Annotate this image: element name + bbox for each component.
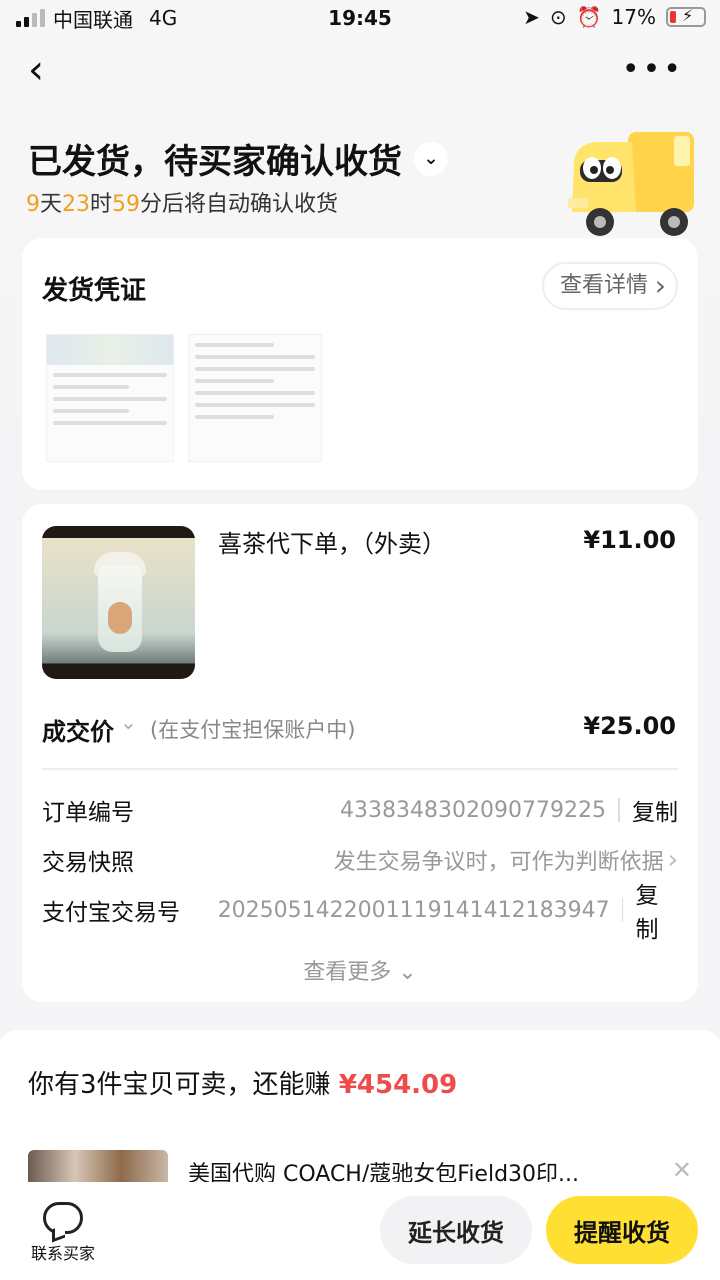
alipay-trade-row: 支付宝交易号 2025051422001119141412183947 复制 [42,883,678,943]
sell-prompt-text: 你有3件宝贝可卖，还能赚 [28,1070,331,1100]
voucher-title: 发货凭证 [42,276,147,306]
thumb-text-line [195,391,315,395]
row-label: 订单编号 [42,800,134,826]
chat-bubble-icon [43,1202,83,1234]
product-price: ¥11.00 [583,526,676,554]
voucher-image-1[interactable] [46,334,174,462]
view-detail-button[interactable]: 查看详情 [541,262,678,310]
lock-rotation-icon: ⊙ [549,5,567,29]
order-detail-card: 喜茶代下单，（外卖） ¥11.00 成交价 ⌄ (在支付宝担保账户中) ¥25.… [22,504,698,1002]
thumb-text-line [195,403,315,407]
thumb-text-line [53,421,167,425]
order-number-row: 订单编号 4338348302090779225 复制 [42,790,678,830]
snapshot-hint: 发生交易争议时，可作为判断依据 [333,850,664,875]
battery-percent: 17% [611,5,656,29]
status-expand-button[interactable]: ⌄ [414,141,448,176]
product-image[interactable] [42,526,195,679]
countdown-minutes: 59 [112,192,141,217]
countdown-hours-unit: 时 [90,192,113,217]
trade-snapshot-row[interactable]: 交易快照 发生交易争议时，可作为判断依据 › [42,840,678,880]
more-dots-icon: ••• [621,52,684,87]
drink-cup [98,566,142,652]
more-button[interactable]: ••• [622,55,684,85]
separator [618,798,620,822]
chevron-down-icon: ⌄ [120,710,137,734]
order-status-title: 已发货，待买家确认收货 ⌄ [28,134,448,183]
contact-buyer-button[interactable]: 联系买家 [26,1202,100,1264]
divider [42,768,678,770]
voucher-image-2[interactable] [188,334,322,462]
sell-prompt[interactable]: 你有3件宝贝可卖，还能赚 ¥454.09 [28,1064,457,1101]
chevron-down-icon: ⌄ [398,960,417,985]
thumb-text-line [195,379,275,383]
deal-price-label[interactable]: 成交价 [42,712,114,747]
chevron-left-icon: ‹ [28,47,44,93]
thumb-text-line [195,367,315,371]
status-right: ➤ ⊙ ⏰ 17% ⚡ [523,5,706,29]
deal-price: ¥25.00 [583,712,676,740]
thumb-text-line [53,409,129,413]
thumb-text-line [53,373,167,377]
countdown-days: 9 [26,192,40,217]
product-name[interactable]: 喜茶代下单，（外卖） [218,524,446,559]
order-number: 4338348302090779225 [340,797,606,823]
alarm-icon: ⏰ [576,5,602,29]
row-label: 交易快照 [42,850,134,876]
shipping-voucher-card: 发货凭证 查看详情 [22,238,698,490]
copy-trade-number-button[interactable]: 复制 [635,876,678,944]
chevron-down-icon: ⌄ [423,148,439,169]
thumb-text-line [195,415,275,419]
view-more-label: 查看更多 [303,960,392,985]
countdown-days-unit: 天 [40,192,63,217]
countdown-suffix: 分后将自动确认收货 [140,192,339,217]
close-icon[interactable]: ✕ [672,1156,692,1184]
thumb-text-line [195,355,315,359]
copy-order-number-button[interactable]: 复制 [632,793,678,827]
thumb-text-line [195,343,275,347]
thumb-text-line [53,385,129,389]
contact-buyer-label: 联系买家 [30,1244,95,1263]
order-status-text: 已发货，待买家确认收货 [28,142,402,182]
auto-confirm-countdown: 9天23时59分后将自动确认收货 [26,186,338,218]
sell-amount: ¥454.09 [338,1070,458,1100]
alipay-trade-number: 2025051422001119141412183947 [217,897,610,923]
bottom-action-bar: 联系买家 延长收货 提醒收货 [0,1182,720,1280]
deal-price-note: (在支付宝担保账户中) [150,718,356,742]
thumb-text-line [53,397,167,401]
delivery-truck-illustration [568,132,694,236]
countdown-hours: 23 [62,192,91,217]
back-button[interactable]: ‹ [28,50,68,90]
map-thumbnail [47,335,173,365]
view-more-button[interactable]: 查看更多 ⌄ [22,954,698,986]
location-icon: ➤ [523,5,540,29]
battery-icon: ⚡ [666,6,706,27]
status-bar: 中国联通 4G 19:45 ➤ ⊙ ⏰ 17% ⚡ [0,0,720,36]
row-label: 支付宝交易号 [42,900,180,926]
extend-receipt-button[interactable]: 延长收货 [380,1196,532,1264]
remind-receipt-button[interactable]: 提醒收货 [546,1196,698,1264]
chevron-right-icon: › [667,845,678,875]
separator [621,898,624,922]
